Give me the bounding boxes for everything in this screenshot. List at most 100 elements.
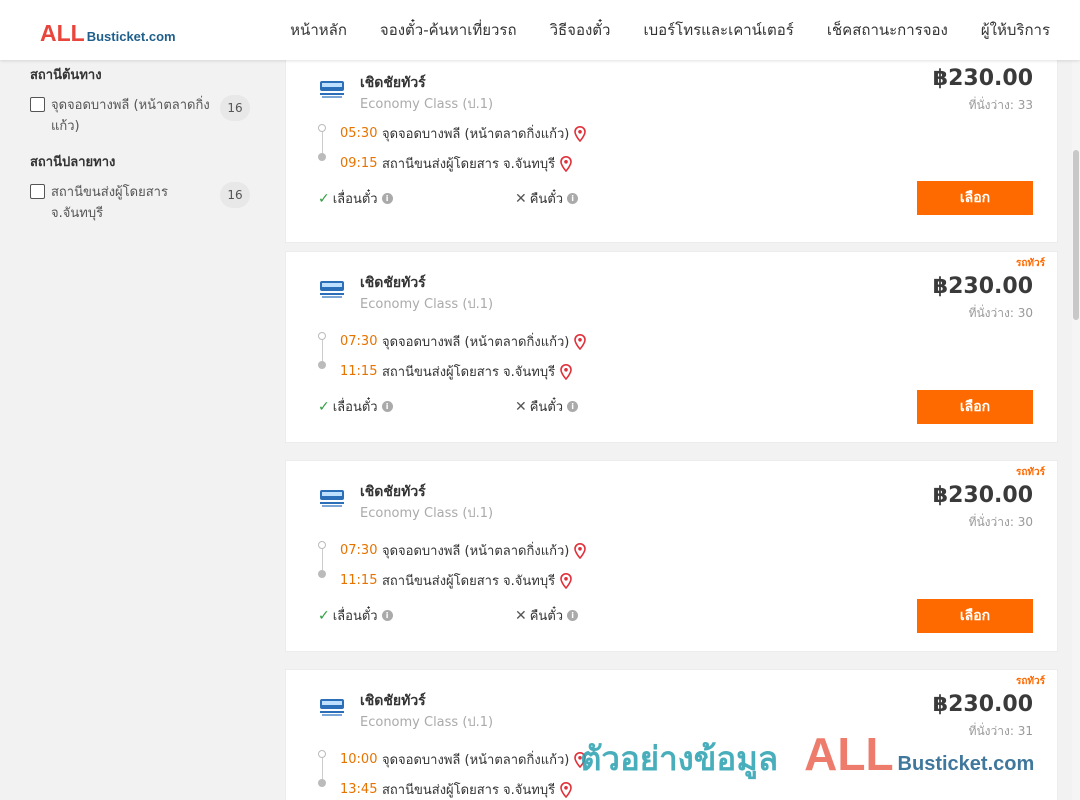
change-ticket-policy: ✓ เลื่อนตั๋ว i <box>318 188 393 209</box>
nav-item-book-search[interactable]: จองตั๋ว-ค้นหาเที่ยวรถ <box>380 18 517 42</box>
departure-time: 05:30 <box>340 126 378 141</box>
map-pin-icon[interactable] <box>560 155 572 172</box>
map-pin-icon[interactable] <box>574 542 587 559</box>
select-trip-button[interactable]: เลือก <box>917 181 1033 215</box>
info-icon[interactable]: i <box>567 401 579 412</box>
filter-origin: สถานีต้นทาง จุดจอดบางพลี (หน้าตลาดกิ่งแก… <box>30 64 255 137</box>
filter-origin-option: จุดจอดบางพลี (หน้าตลาดกิ่งแก้ว) 16 <box>30 95 255 137</box>
map-pin-icon[interactable] <box>560 572 572 589</box>
info-icon[interactable]: i <box>381 610 393 621</box>
filter-destination-count: 16 <box>220 182 250 208</box>
arrival-stop-name: สถานีขนส่งผู้โดยสาร จ.จันทบุรี <box>382 365 556 380</box>
map-pin-icon[interactable] <box>574 125 587 142</box>
operator-name: เชิดชัยทัวร์ <box>360 75 426 91</box>
logo-busticket-text: Busticket.com <box>86 29 176 44</box>
refund-ticket-policy: ✕ คืนตั๋ว i <box>515 396 579 417</box>
departure-stop-name: จุดจอดบางพลี (หน้าตลาดกิ่งแก้ว) <box>382 544 570 559</box>
check-icon: ✓ <box>318 190 330 207</box>
refund-ticket-policy: ✕ คืนตั๋ว i <box>515 188 579 209</box>
trip-card: รถทัวร์ เชิดชัยทัวร์ Economy Class (ป.1)… <box>285 669 1058 800</box>
arrival-stop-name: สถานีขนส่งผู้โดยสาร จ.จันทบุรี <box>382 783 556 798</box>
page-scrollbar[interactable] <box>1072 60 1080 800</box>
nav-item-check-status[interactable]: เช็คสถานะการจอง <box>827 18 948 42</box>
filter-destination-option: สถานีขนส่งผู้โดยสาร จ.จันทบุรี 16 <box>30 182 255 224</box>
arrival-time: 11:15 <box>340 364 378 379</box>
x-icon: ✕ <box>515 398 527 415</box>
route-timeline <box>318 750 327 787</box>
departure-time: 07:30 <box>340 334 378 349</box>
arrival-stop-name: สถานีขนส่งผู้โดยสาร จ.จันทบุรี <box>382 157 556 172</box>
bus-type-tag: รถทัวร์ <box>1015 467 1045 478</box>
timeline-start-dot <box>318 541 326 549</box>
departure-stop-name: จุดจอดบางพลี (หน้าตลาดกิ่งแก้ว) <box>382 753 570 768</box>
map-pin-icon[interactable] <box>574 333 587 350</box>
change-ticket-policy: ✓ เลื่อนตั๋ว i <box>318 605 393 626</box>
filter-destination-label[interactable]: สถานีขนส่งผู้โดยสาร จ.จันทบุรี <box>51 182 216 224</box>
operator-name: เชิดชัยทัวร์ <box>360 693 426 709</box>
timeline-end-dot <box>318 779 326 787</box>
info-icon[interactable]: i <box>381 193 393 204</box>
ticket-price: ฿230.00 <box>932 274 1033 299</box>
arrival-time: 13:45 <box>340 782 378 797</box>
timeline-start-dot <box>318 124 326 132</box>
info-icon[interactable]: i <box>381 401 393 412</box>
filter-origin-title: สถานีต้นทาง <box>30 68 102 83</box>
refund-ticket-label: คืนตั๋ว <box>529 609 564 624</box>
nav-item-how-to-book[interactable]: วิธีจองตั๋ว <box>550 18 611 42</box>
change-ticket-label: เลื่อนตั๋ว <box>332 400 378 415</box>
departure-stop-name: จุดจอดบางพลี (หน้าตลาดกิ่งแก้ว) <box>382 335 570 350</box>
scrollbar-thumb[interactable] <box>1073 150 1079 320</box>
route-timeline <box>318 332 327 369</box>
bus-class: Economy Class (ป.1) <box>360 715 494 730</box>
timeline-line <box>321 758 323 780</box>
refund-ticket-policy: ✕ คืนตั๋ว i <box>515 605 579 626</box>
seats-available: ที่นั่งว่าง: 30 <box>968 515 1033 529</box>
operator-name: เชิดชัยทัวร์ <box>360 484 426 500</box>
nav-item-phone-counter[interactable]: เบอร์โทรและเคาน์เตอร์ <box>643 18 793 42</box>
change-ticket-policy: ✓ เลื่อนตั๋ว i <box>318 396 393 417</box>
arrival-time: 09:15 <box>340 156 378 171</box>
map-pin-icon[interactable] <box>560 363 572 380</box>
ticket-price: ฿230.00 <box>932 692 1033 717</box>
refund-ticket-label: คืนตั๋ว <box>529 400 564 415</box>
arrival-time: 11:15 <box>340 573 378 588</box>
info-icon[interactable]: i <box>567 610 579 621</box>
map-pin-icon[interactable] <box>560 781 572 798</box>
seats-available: ที่นั่งว่าง: 31 <box>968 724 1033 738</box>
trip-card: รถทัวร์ เชิดชัยทัวร์ Economy Class (ป.1)… <box>285 460 1058 652</box>
departure-time: 10:00 <box>340 752 378 767</box>
info-icon[interactable]: i <box>567 193 579 204</box>
trip-card: รถทัวร์ เชิดชัยทัวร์ Economy Class (ป.1)… <box>285 251 1058 443</box>
x-icon: ✕ <box>515 190 527 207</box>
timeline-line <box>321 549 323 571</box>
select-trip-button[interactable]: เลือก <box>917 390 1033 424</box>
seats-available: ที่นั่งว่าง: 30 <box>968 306 1033 320</box>
map-pin-icon[interactable] <box>574 751 587 768</box>
bus-type-tag: รถทัวร์ <box>1015 258 1045 269</box>
filter-destination: สถานีปลายทาง สถานีขนส่งผู้โดยสาร จ.จันทบ… <box>30 151 255 224</box>
ticket-price: ฿230.00 <box>932 66 1033 91</box>
nav-item-operators[interactable]: ผู้ให้บริการ <box>981 18 1050 42</box>
select-trip-button[interactable]: เลือก <box>917 599 1033 633</box>
arrival-stop: 11:15 สถานีขนส่งผู้โดยสาร จ.จันทบุรี <box>340 361 572 382</box>
operator-logo-icon <box>320 81 344 98</box>
logo-all-text: ALL <box>40 20 85 46</box>
nav-item-home[interactable]: หน้าหลัก <box>290 18 347 42</box>
timeline-end-dot <box>318 570 326 578</box>
departure-stop: 07:30 จุดจอดบางพลี (หน้าตลาดกิ่งแก้ว) <box>340 540 587 561</box>
bus-class: Economy Class (ป.1) <box>360 506 494 521</box>
operator-logo-icon <box>320 281 344 298</box>
bus-class: Economy Class (ป.1) <box>360 97 494 112</box>
site-logo[interactable]: ALL Busticket.com <box>40 20 176 46</box>
operator-logo-icon <box>320 699 344 716</box>
arrival-stop-name: สถานีขนส่งผู้โดยสาร จ.จันทบุรี <box>382 574 556 589</box>
filter-origin-label[interactable]: จุดจอดบางพลี (หน้าตลาดกิ่งแก้ว) <box>51 95 216 137</box>
arrival-stop: 13:45 สถานีขนส่งผู้โดยสาร จ.จันทบุรี <box>340 779 572 800</box>
timeline-start-dot <box>318 332 326 340</box>
arrival-stop: 09:15 สถานีขนส่งผู้โดยสาร จ.จันทบุรี <box>340 153 572 174</box>
seats-available: ที่นั่งว่าง: 33 <box>968 98 1033 112</box>
filter-destination-checkbox[interactable] <box>30 184 45 199</box>
timeline-end-dot <box>318 153 326 161</box>
departure-stop: 10:00 จุดจอดบางพลี (หน้าตลาดกิ่งแก้ว) <box>340 749 587 770</box>
filter-origin-checkbox[interactable] <box>30 97 45 112</box>
